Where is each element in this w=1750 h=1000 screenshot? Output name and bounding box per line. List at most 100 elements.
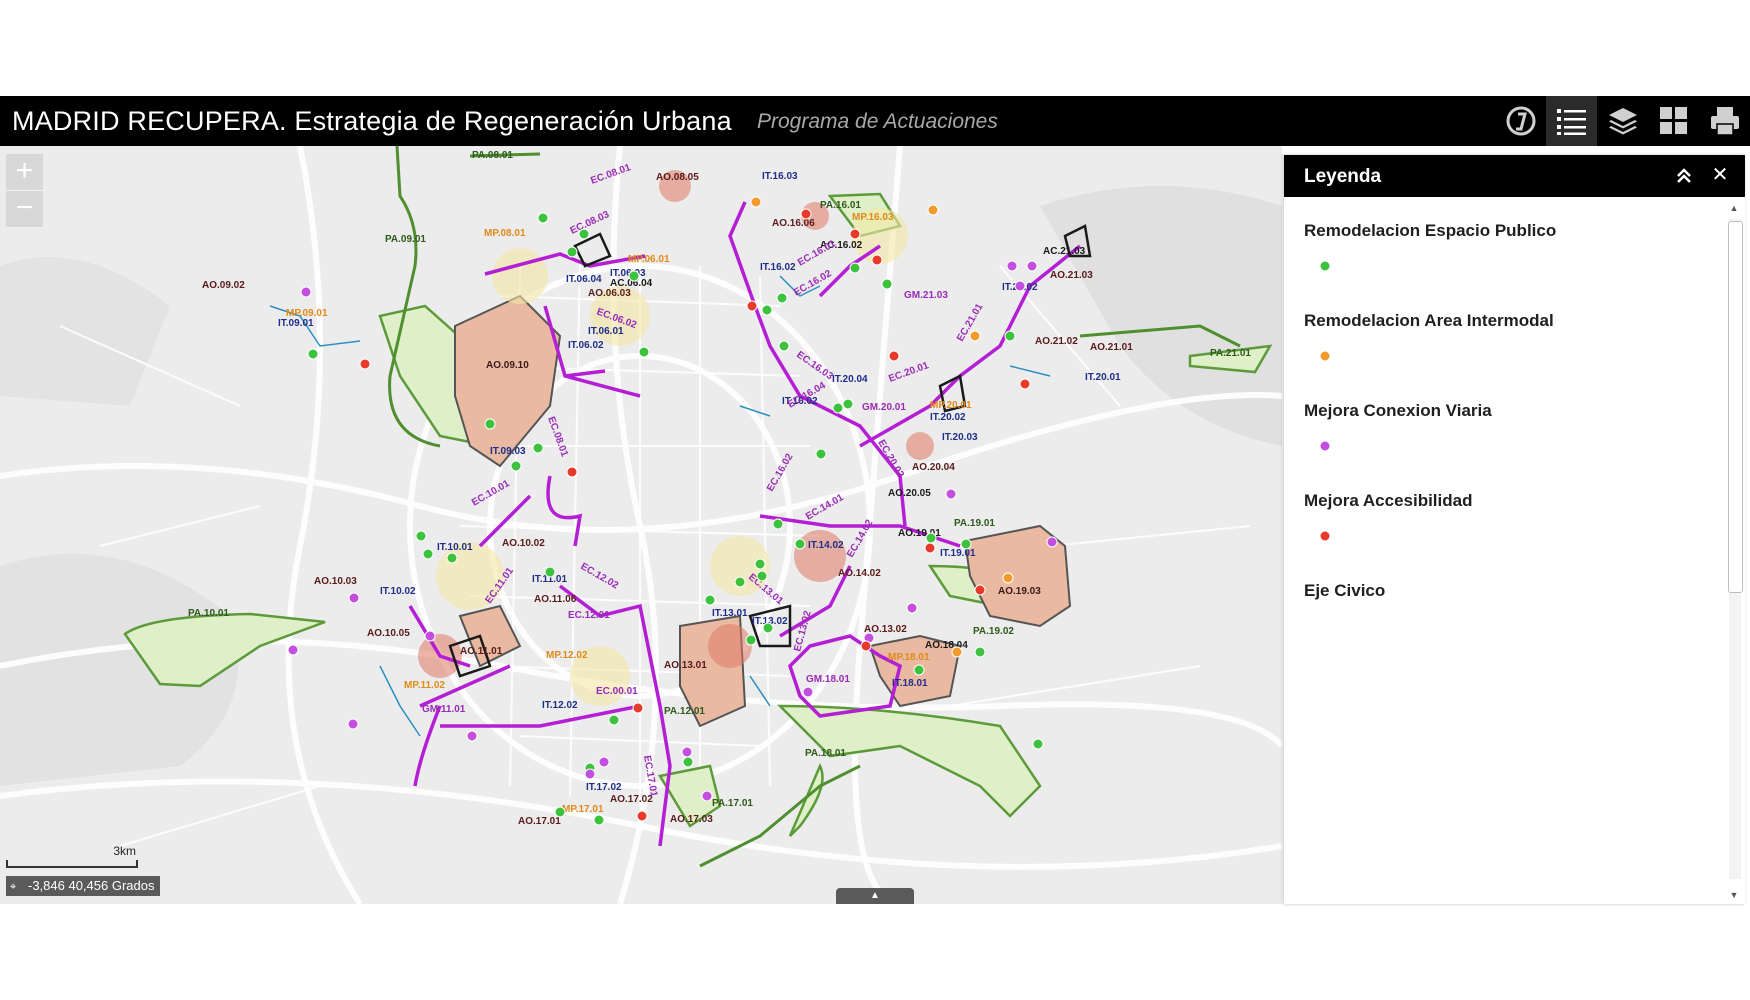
red-dot-icon xyxy=(1319,530,1331,542)
about-tool-button[interactable] xyxy=(1495,96,1546,146)
grid-icon xyxy=(1659,107,1687,134)
label-it-06-02: IT.06.02 xyxy=(568,340,604,351)
layers-tool-button[interactable] xyxy=(1597,96,1648,146)
label-ao-14-02: AO.14.02 xyxy=(838,568,881,579)
zoom-out-button[interactable]: − xyxy=(6,191,43,228)
label-pa-16-01: PA.16.01 xyxy=(820,200,861,211)
legend-item-label: Eje Civico xyxy=(1304,581,1386,600)
zoom-in-button[interactable]: + xyxy=(6,154,43,191)
label-ao-21-02: AO.21.02 xyxy=(1035,336,1078,347)
legend-scrollbar[interactable]: ▲ ▼ xyxy=(1725,203,1743,900)
label-ao-21-03: AO.21.03 xyxy=(1050,270,1093,281)
label-pa-08-01: PA.08.01 xyxy=(472,150,513,161)
label-it-09-01: IT.09.01 xyxy=(278,318,314,329)
label-it-10-02: IT.10.02 xyxy=(380,586,416,597)
legend-item-label: Mejora Accesibilidad xyxy=(1304,491,1473,510)
label-pa-19-01: PA.19.01 xyxy=(954,518,995,529)
label-ao-09-02: AO.09.02 xyxy=(202,280,245,291)
legend-panel: Leyenda ✕ Remodelacion Espacio Publico R… xyxy=(1284,155,1745,904)
label-it-17-02: IT.17.02 xyxy=(586,782,622,793)
label-it-14-02: IT.14.02 xyxy=(808,540,844,551)
legend-item: Remodelacion Espacio Publico xyxy=(1304,221,1704,311)
legend-item: Mejora Conexion Viaria xyxy=(1304,401,1704,491)
legend-title: Leyenda xyxy=(1304,166,1382,187)
label-ao-09-10: AO.09.10 xyxy=(486,360,529,371)
app-title: MADRID RECUPERA. Estrategia de Regenerac… xyxy=(12,106,732,136)
coordinates-text: -3,846 40,456 Grados xyxy=(28,878,155,893)
label-mp-20-01: MP.20.01 xyxy=(930,400,972,411)
label-mp-17-01: MP.17.01 xyxy=(562,804,604,815)
list-icon xyxy=(1556,109,1586,135)
zoom-control: + − xyxy=(6,154,43,228)
label-ao-20-05: AO.20.05 xyxy=(888,488,931,499)
label-ec-00-01: EC.00.01 xyxy=(596,686,638,697)
label-it-06-01: IT.06.01 xyxy=(588,326,624,337)
app: MADRID RECUPERA. Estrategia de Regenerac… xyxy=(0,96,1750,904)
label-ec-12-01: EC.12.01 xyxy=(568,610,610,621)
scroll-down-arrow-icon[interactable]: ▼ xyxy=(1728,890,1740,900)
label-it-19-01: IT.19.01 xyxy=(940,548,976,559)
label-ao-17-01: AO.17.01 xyxy=(518,816,561,827)
label-mp-16-03: MP.16.03 xyxy=(852,212,894,223)
label-mp-09-01: MP.09.01 xyxy=(286,308,328,319)
layers-icon xyxy=(1608,108,1637,135)
scale-bar: 3km xyxy=(6,844,138,870)
label-ao-16-06: AO.16.06 xyxy=(772,218,815,229)
coordinates-readout[interactable]: ⌖ -3,846 40,456 Grados xyxy=(6,876,161,896)
label-pa-10-01: PA.10.01 xyxy=(188,608,229,619)
double-chevron-up-icon[interactable] xyxy=(1673,165,1695,187)
legend-item-label: Remodelacion Espacio Publico xyxy=(1304,221,1557,240)
label-pa-09-01: PA.09.01 xyxy=(385,234,426,245)
print-tool-button[interactable] xyxy=(1699,96,1750,146)
scale-bar-label: 3km xyxy=(113,844,136,858)
label-it-20-02: IT.20.02 xyxy=(930,412,966,423)
map-view[interactable]: IT.16.03 IT.06.03 IT.06.04 IT.06.01 IT.0… xyxy=(0,146,1282,904)
label-it-10-01: IT.10.01 xyxy=(437,542,473,553)
label-ao-17-03: AO.17.03 xyxy=(670,814,713,825)
label-ao-06-03: AO.06.03 xyxy=(588,288,631,299)
info-circle-icon xyxy=(1506,106,1535,136)
attribution-toggle[interactable]: ▲ xyxy=(836,888,914,904)
scroll-up-arrow-icon[interactable]: ▲ xyxy=(1728,203,1740,213)
label-pa-12-01: PA.12.01 xyxy=(664,706,705,717)
label-it-20-01: IT.20.01 xyxy=(1085,372,1121,383)
header-bar: MADRID RECUPERA. Estrategia de Regenerac… xyxy=(0,96,1750,146)
legend-item: Mejora Accesibilidad xyxy=(1304,491,1704,581)
label-mp-18-01: MP.18.01 xyxy=(888,652,930,663)
label-ao-17-02: AO.17.02 xyxy=(610,794,653,805)
scroll-thumb[interactable] xyxy=(1728,221,1743,593)
toolbar xyxy=(1495,96,1750,146)
label-gm-21-03: GM.21.03 xyxy=(904,290,948,301)
label-ao-19-03: AO.19.03 xyxy=(998,586,1041,597)
label-it-16-03: IT.16.03 xyxy=(762,171,798,182)
close-icon[interactable]: ✕ xyxy=(1709,164,1731,186)
label-ao-11-06: AO.11.06 xyxy=(534,594,577,605)
legend-panel-header: Leyenda ✕ xyxy=(1284,155,1745,197)
legend-item-label: Mejora Conexion Viaria xyxy=(1304,401,1492,420)
label-gm-18-01: GM.18.01 xyxy=(806,674,850,685)
label-it-20-03: IT.20.03 xyxy=(942,432,978,443)
label-gm-20-01: GM.20.01 xyxy=(862,402,906,413)
crosshair-icon: ⌖ xyxy=(10,881,17,893)
printer-icon xyxy=(1710,107,1739,136)
label-mp-06-01: MP.06.01 xyxy=(628,254,670,265)
label-it-09-03: IT.09.03 xyxy=(490,446,526,457)
label-gm-11-01: GM.11.01 xyxy=(422,704,466,715)
legend-item-label: Remodelacion Area Intermodal xyxy=(1304,311,1554,330)
label-pa-21-01: PA.21.01 xyxy=(1210,348,1251,359)
label-it-18-01: IT.18.01 xyxy=(892,678,928,689)
scale-bar-line xyxy=(6,860,138,868)
label-pa-17-01: PA.17.01 xyxy=(712,798,753,809)
label-ao-10-02: AO.10.02 xyxy=(502,538,545,549)
label-ao-10-03: AO.10.03 xyxy=(314,576,357,587)
purple-dot-icon xyxy=(1319,440,1331,452)
label-it-06-04: IT.06.04 xyxy=(566,274,602,285)
label-mp-12-02: MP.12.02 xyxy=(546,650,588,661)
basemap-tool-button[interactable] xyxy=(1648,96,1699,146)
legend-tool-button[interactable] xyxy=(1546,96,1597,146)
legend-list: Remodelacion Espacio Publico Remodelacio… xyxy=(1304,221,1704,671)
label-ao-10-05: AO.10.05 xyxy=(367,628,410,639)
legend-item: Remodelacion Area Intermodal xyxy=(1304,311,1704,401)
label-ao-21-01: AO.21.01 xyxy=(1090,342,1133,353)
label-ao-11-01: AO.11.01 xyxy=(460,646,503,657)
